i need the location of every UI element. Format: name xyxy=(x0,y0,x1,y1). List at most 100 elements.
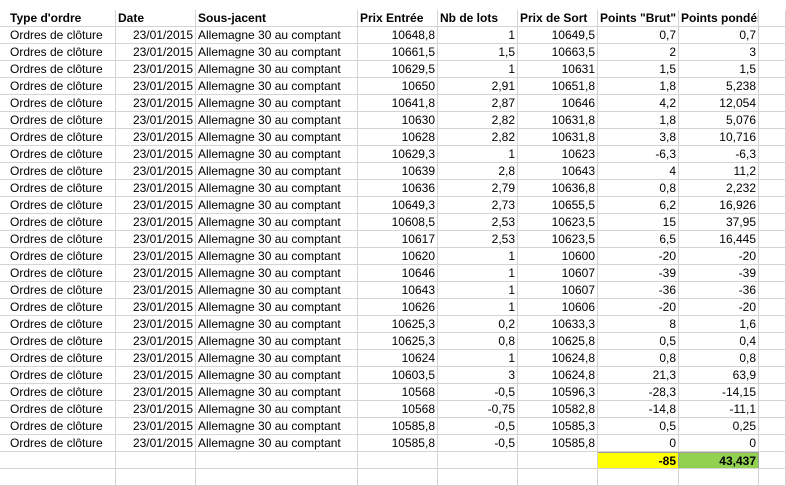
cell-date[interactable]: 23/01/2015 xyxy=(116,214,196,230)
cell-type-ordre[interactable]: Ordres de clôture xyxy=(8,282,116,298)
empty-cell[interactable] xyxy=(759,163,786,179)
cell-prix-entree[interactable]: 10603,5 xyxy=(358,367,438,383)
cell-date[interactable]: 23/01/2015 xyxy=(116,197,196,213)
cell-points-brut[interactable]: 1,8 xyxy=(598,78,679,94)
cell-date[interactable]: 23/01/2015 xyxy=(116,95,196,111)
cell-prix-entree[interactable]: 10636 xyxy=(358,180,438,196)
cell-prix-sortie[interactable]: 10623,5 xyxy=(518,231,598,247)
cell-points-pondere[interactable]: 37,95 xyxy=(679,214,759,230)
cell-prix-sortie[interactable]: 10651,8 xyxy=(518,78,598,94)
empty-cell[interactable] xyxy=(759,180,786,196)
cell-type-ordre[interactable]: Ordres de clôture xyxy=(8,78,116,94)
cell-prix-sortie[interactable]: 10663,5 xyxy=(518,44,598,60)
empty-cell[interactable] xyxy=(759,265,786,281)
empty-cell[interactable] xyxy=(759,44,786,60)
cell-nb-lots[interactable]: 1 xyxy=(438,299,518,315)
cell-nb-lots[interactable]: -0,75 xyxy=(438,401,518,417)
cell-type-ordre[interactable]: Ordres de clôture xyxy=(8,112,116,128)
cell-prix-sortie[interactable]: 10631 xyxy=(518,61,598,77)
cell-prix-sortie[interactable]: 10636,8 xyxy=(518,180,598,196)
cell-date[interactable]: 23/01/2015 xyxy=(116,78,196,94)
cell-prix-sortie[interactable]: 10633,3 xyxy=(518,316,598,332)
cell-prix-sortie[interactable]: 10631,8 xyxy=(518,129,598,145)
header-type-ordre[interactable]: Type d'ordre xyxy=(8,10,116,26)
cell-nb-lots[interactable]: 1 xyxy=(438,282,518,298)
cell-points-pondere[interactable]: 1,6 xyxy=(679,316,759,332)
cell-points-brut[interactable]: 8 xyxy=(598,316,679,332)
cell-points-pondere[interactable]: 0,25 xyxy=(679,418,759,434)
cell-points-pondere[interactable]: 11,2 xyxy=(679,163,759,179)
cell-type-ordre[interactable]: Ordres de clôture xyxy=(8,316,116,332)
cell-sous-jacent[interactable]: Allemagne 30 au comptant xyxy=(196,282,358,298)
cell-sous-jacent[interactable]: Allemagne 30 au comptant xyxy=(196,95,358,111)
cell-type-ordre[interactable]: Ordres de clôture xyxy=(8,350,116,366)
empty-cell[interactable] xyxy=(759,452,786,468)
cell-points-pondere[interactable]: 63,9 xyxy=(679,367,759,383)
cell-points-brut[interactable]: 4,2 xyxy=(598,95,679,111)
cell-type-ordre[interactable]: Ordres de clôture xyxy=(8,180,116,196)
cell-sous-jacent[interactable]: Allemagne 30 au comptant xyxy=(196,214,358,230)
empty-cell[interactable] xyxy=(759,61,786,77)
cell-prix-sortie[interactable]: 10606 xyxy=(518,299,598,315)
cell-type-ordre[interactable]: Ordres de clôture xyxy=(8,418,116,434)
cell-sous-jacent[interactable]: Allemagne 30 au comptant xyxy=(196,180,358,196)
cell-points-pondere[interactable]: -36 xyxy=(679,282,759,298)
cell-nb-lots[interactable]: 1 xyxy=(438,146,518,162)
cell-prix-entree[interactable]: 10650 xyxy=(358,78,438,94)
cell-sous-jacent[interactable]: Allemagne 30 au comptant xyxy=(196,61,358,77)
cell-points-brut[interactable]: -28,3 xyxy=(598,384,679,400)
cell-type-ordre[interactable]: Ordres de clôture xyxy=(8,129,116,145)
empty-cell[interactable] xyxy=(518,469,598,485)
cell-prix-entree[interactable]: 10639 xyxy=(358,163,438,179)
empty-cell[interactable] xyxy=(598,469,679,485)
cell-prix-sortie[interactable]: 10623 xyxy=(518,146,598,162)
cell-sous-jacent[interactable]: Allemagne 30 au comptant xyxy=(196,367,358,383)
cell-points-pondere[interactable]: 16,445 xyxy=(679,231,759,247)
cell-points-pondere[interactable]: 10,716 xyxy=(679,129,759,145)
empty-cell[interactable] xyxy=(759,469,786,485)
header-prix-entree[interactable]: Prix Entrée xyxy=(358,10,438,26)
cell-nb-lots[interactable]: 1 xyxy=(438,27,518,43)
cell-type-ordre[interactable]: Ordres de clôture xyxy=(8,163,116,179)
empty-cell[interactable] xyxy=(759,316,786,332)
cell-date[interactable]: 23/01/2015 xyxy=(116,146,196,162)
cell-nb-lots[interactable]: 2,82 xyxy=(438,112,518,128)
cell-points-brut[interactable]: 0,8 xyxy=(598,180,679,196)
cell-points-pondere[interactable]: 16,926 xyxy=(679,197,759,213)
cell-points-brut[interactable]: -14,8 xyxy=(598,401,679,417)
cell-points-pondere[interactable]: 1,5 xyxy=(679,61,759,77)
header-points-pondere[interactable]: Points pondéré xyxy=(679,10,759,26)
empty-cell[interactable] xyxy=(8,469,116,485)
empty-cell[interactable] xyxy=(759,129,786,145)
cell-nb-lots[interactable]: 1 xyxy=(438,265,518,281)
cell-points-brut[interactable]: 0,5 xyxy=(598,333,679,349)
cell-prix-entree[interactable]: 10625,3 xyxy=(358,316,438,332)
cell-prix-sortie[interactable]: 10585,8 xyxy=(518,435,598,451)
cell-sous-jacent[interactable]: Allemagne 30 au comptant xyxy=(196,418,358,434)
cell-prix-sortie[interactable]: 10624,8 xyxy=(518,350,598,366)
cell-nb-lots[interactable]: -0,5 xyxy=(438,384,518,400)
cell-prix-sortie[interactable]: 10585,3 xyxy=(518,418,598,434)
cell-points-brut[interactable]: -6,3 xyxy=(598,146,679,162)
total-points-pondere[interactable]: 43,437 xyxy=(679,452,759,468)
cell-date[interactable]: 23/01/2015 xyxy=(116,282,196,298)
cell-date[interactable]: 23/01/2015 xyxy=(116,435,196,451)
cell-nb-lots[interactable]: 2,87 xyxy=(438,95,518,111)
cell-sous-jacent[interactable]: Allemagne 30 au comptant xyxy=(196,350,358,366)
cell-prix-entree[interactable]: 10608,5 xyxy=(358,214,438,230)
cell-points-pondere[interactable]: -20 xyxy=(679,299,759,315)
header-points-brut[interactable]: Points "Brut" xyxy=(598,10,679,26)
cell-date[interactable]: 23/01/2015 xyxy=(116,231,196,247)
cell-nb-lots[interactable]: 1 xyxy=(438,350,518,366)
empty-cell[interactable] xyxy=(759,418,786,434)
cell-nb-lots[interactable]: 2,53 xyxy=(438,231,518,247)
cell-sous-jacent[interactable]: Allemagne 30 au comptant xyxy=(196,401,358,417)
cell-type-ordre[interactable]: Ordres de clôture xyxy=(8,435,116,451)
cell-sous-jacent[interactable]: Allemagne 30 au comptant xyxy=(196,384,358,400)
cell-sous-jacent[interactable]: Allemagne 30 au comptant xyxy=(196,44,358,60)
header-prix-sortie[interactable]: Prix de Sort xyxy=(518,10,598,26)
cell-sous-jacent[interactable]: Allemagne 30 au comptant xyxy=(196,333,358,349)
header-date[interactable]: Date xyxy=(116,10,196,26)
cell-sous-jacent[interactable]: Allemagne 30 au comptant xyxy=(196,231,358,247)
cell-points-pondere[interactable]: 0 xyxy=(679,435,759,451)
